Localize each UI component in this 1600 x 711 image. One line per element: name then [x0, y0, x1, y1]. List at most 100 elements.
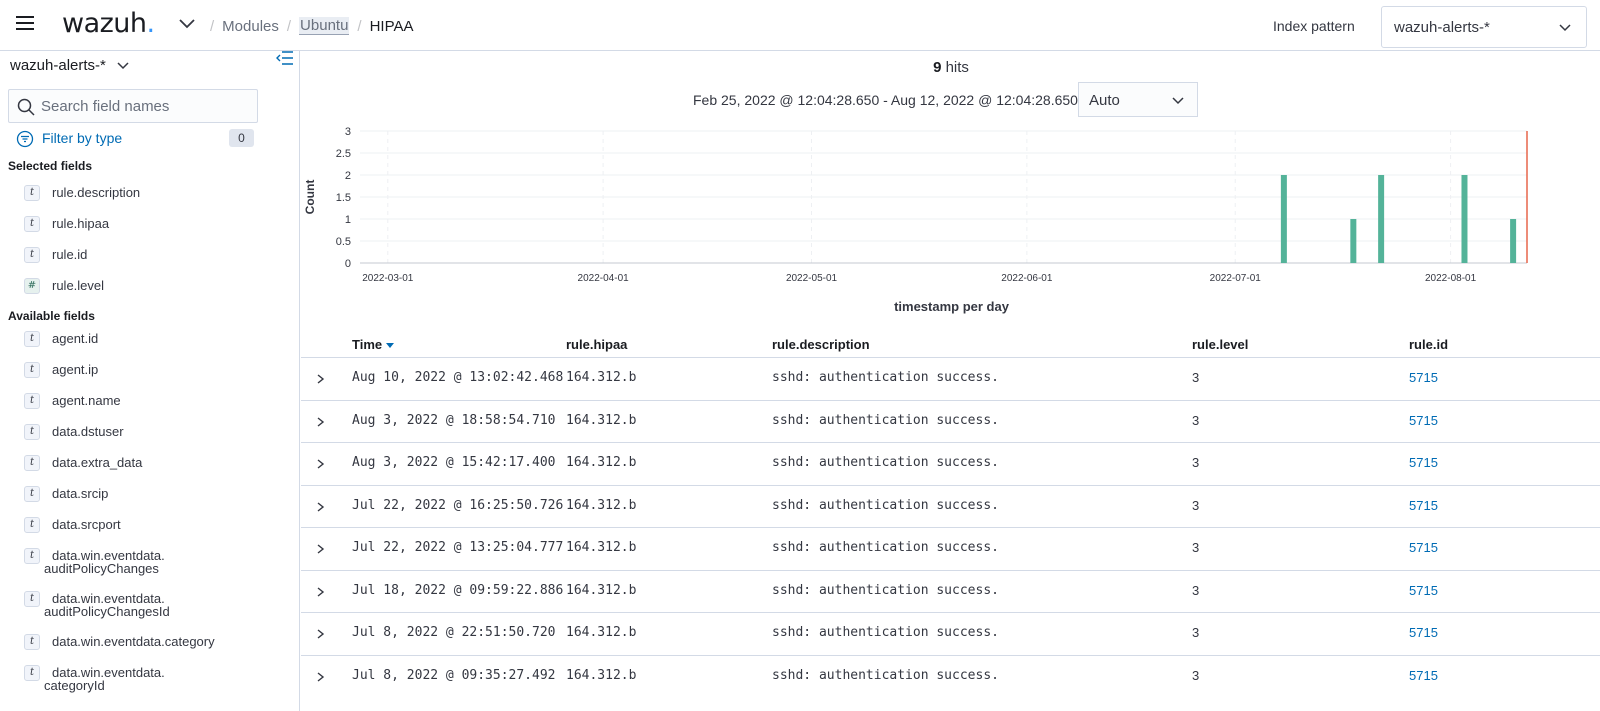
cell-id[interactable]: 5715 — [1409, 498, 1438, 513]
wazuh-logo[interactable]: wazuh. — [62, 8, 155, 39]
expand-row-icon[interactable] — [313, 457, 327, 471]
breadcrumb-modules[interactable]: Modules — [222, 18, 279, 35]
breadcrumb-agent[interactable]: Ubuntu — [299, 17, 350, 35]
expand-row-icon[interactable] — [313, 372, 327, 386]
cell-hipaa: 164.312.b — [566, 582, 637, 598]
string-type-icon: t — [24, 591, 40, 607]
field-name: data.dstuser — [52, 424, 124, 439]
index-pattern-title[interactable]: wazuh-alerts-* — [10, 57, 130, 74]
cell-id[interactable]: 5715 — [1409, 583, 1438, 598]
cell-time: Aug 3, 2022 @ 18:58:54.710 — [352, 412, 556, 428]
cell-id[interactable]: 5715 — [1409, 668, 1438, 683]
x-tick-label: 2022-03-01 — [362, 273, 414, 284]
cell-desc: sshd: authentication success. — [772, 370, 999, 385]
cell-level: 3 — [1192, 540, 1200, 555]
collapse-sidebar-icon[interactable] — [276, 51, 294, 65]
table-row[interactable]: Jul 22, 2022 @ 13:25:04.777 164.312.b sshd… — [301, 527, 1600, 569]
chevron-down-icon — [1172, 97, 1184, 105]
x-tick-label: 2022-04-01 — [578, 273, 630, 284]
field-name: data.srcip — [52, 486, 109, 501]
cell-level: 3 — [1192, 667, 1200, 683]
string-type-icon: t — [24, 247, 40, 263]
column-header-rule-id[interactable]: rule.id — [1409, 337, 1448, 352]
table-row[interactable]: Aug 10, 2022 @ 13:02:42.468 164.312.b sshd… — [301, 357, 1600, 399]
cell-hipaa: 164.312.b — [566, 370, 637, 385]
table-row[interactable]: Jul 22, 2022 @ 16:25:50.726 164.312.b sshd… — [301, 484, 1600, 527]
cell-desc: sshd: authentication success. — [772, 582, 999, 598]
column-header-time[interactable]: Time — [352, 337, 394, 352]
breadcrumb-current: HIPAA — [369, 17, 414, 35]
histogram-bar — [1350, 219, 1357, 263]
cell-time: Jul 22, 2022 @ 16:25:50.726 — [352, 497, 564, 513]
cell-id[interactable]: 5715 — [1409, 455, 1438, 470]
field-name: agent.id — [52, 331, 99, 346]
available-fields-title: Available fields — [8, 309, 95, 323]
cell-hipaa: 164.312.b — [566, 455, 637, 470]
cell-desc: sshd: authentication success. — [772, 667, 999, 683]
cell-time: Jul 18, 2022 @ 09:59:22.886 — [352, 582, 564, 598]
search-icon — [17, 98, 35, 116]
table-row[interactable]: Jul 8, 2022 @ 22:51:50.720 164.312.b sshd:… — [301, 612, 1600, 654]
cell-hipaa: 164.312.b — [566, 540, 637, 555]
filter-by-type-label: Filter by type — [42, 130, 123, 146]
expand-row-icon[interactable] — [313, 627, 327, 641]
interval-select[interactable]: Auto — [1078, 82, 1198, 117]
selected-fields-title: Selected fields — [8, 159, 93, 173]
chevron-down-icon — [117, 62, 129, 70]
x-axis-label: timestamp per day — [894, 299, 1010, 314]
column-header-rule-description[interactable]: rule.description — [772, 337, 870, 352]
field-name: data.win.eventdata.category — [52, 634, 215, 649]
expand-row-icon[interactable] — [313, 670, 327, 684]
filter-by-type-button[interactable]: Filter by type 0 — [16, 129, 256, 149]
menu-icon[interactable] — [16, 16, 34, 32]
table-header: Time rule.hipaa rule.description rule.le… — [301, 329, 1600, 357]
search-input[interactable] — [41, 96, 251, 116]
cell-time: Aug 10, 2022 @ 13:02:42.468 — [352, 370, 564, 385]
y-tick-label: 0 — [345, 258, 351, 270]
expand-row-icon[interactable] — [313, 585, 327, 599]
table-row[interactable]: Aug 3, 2022 @ 18:58:54.710 164.312.b sshd:… — [301, 399, 1600, 442]
x-tick-label: 2022-08-01 — [1425, 273, 1477, 284]
hits-number: 9 — [933, 59, 942, 76]
cell-hipaa: 164.312.b — [566, 625, 637, 640]
cell-id[interactable]: 5715 — [1409, 625, 1438, 640]
field-name: rule.hipaa — [52, 216, 110, 231]
cell-hipaa: 164.312.b — [566, 667, 637, 683]
string-type-icon: t — [24, 455, 40, 471]
field-name: agent.name — [52, 393, 121, 408]
cell-desc: sshd: authentication success. — [772, 412, 999, 428]
cell-level: 3 — [1192, 455, 1200, 470]
y-tick-label: 1.5 — [336, 192, 351, 204]
y-tick-label: 1 — [345, 214, 351, 226]
cell-desc: sshd: authentication success. — [772, 540, 999, 555]
x-tick-label: 2022-07-01 — [1210, 273, 1262, 284]
cell-id[interactable]: 5715 — [1409, 370, 1438, 385]
number-type-icon: # — [24, 278, 40, 294]
index-pattern-label: Index pattern — [1273, 18, 1355, 34]
histogram-bar — [1461, 175, 1468, 263]
column-header-rule-hipaa[interactable]: rule.hipaa — [566, 337, 627, 352]
chevron-down-icon — [1559, 24, 1571, 32]
cell-desc: sshd: authentication success. — [772, 497, 999, 513]
cell-time: Jul 8, 2022 @ 22:51:50.720 — [352, 625, 556, 640]
cell-desc: sshd: authentication success. — [772, 625, 999, 640]
index-pattern-select[interactable]: wazuh-alerts-* — [1381, 6, 1587, 48]
search-field-names[interactable] — [8, 89, 258, 123]
column-header-rule-level[interactable]: rule.level — [1192, 337, 1248, 352]
expand-row-icon[interactable] — [313, 542, 327, 556]
hits-label: hits — [945, 59, 969, 76]
chevron-down-icon[interactable] — [177, 17, 197, 31]
table-row[interactable]: Aug 3, 2022 @ 15:42:17.400 164.312.b sshd:… — [301, 442, 1600, 484]
cell-time: Jul 8, 2022 @ 09:35:27.492 — [352, 667, 556, 683]
expand-row-icon[interactable] — [313, 415, 327, 429]
cell-id[interactable]: 5715 — [1409, 540, 1438, 555]
table-row[interactable]: Jul 18, 2022 @ 09:59:22.886 164.312.b sshd… — [301, 569, 1600, 612]
histogram-chart: 0 0.5 1 1.5 2 2.5 3 2022-03-01 2022-04-01 2022-05… — [303, 126, 1528, 314]
expand-row-icon[interactable] — [313, 500, 327, 514]
time-range: Feb 25, 2022 @ 12:04:28.650 - Aug 12, 20… — [693, 92, 1078, 108]
cell-id[interactable]: 5715 — [1409, 413, 1438, 428]
y-tick-label: 2 — [345, 170, 351, 182]
table-row[interactable]: Jul 8, 2022 @ 09:35:27.492 164.312.b sshd:… — [301, 654, 1600, 697]
y-axis-label: Count — [303, 180, 317, 215]
index-pattern-value: wazuh-alerts-* — [1394, 19, 1490, 36]
